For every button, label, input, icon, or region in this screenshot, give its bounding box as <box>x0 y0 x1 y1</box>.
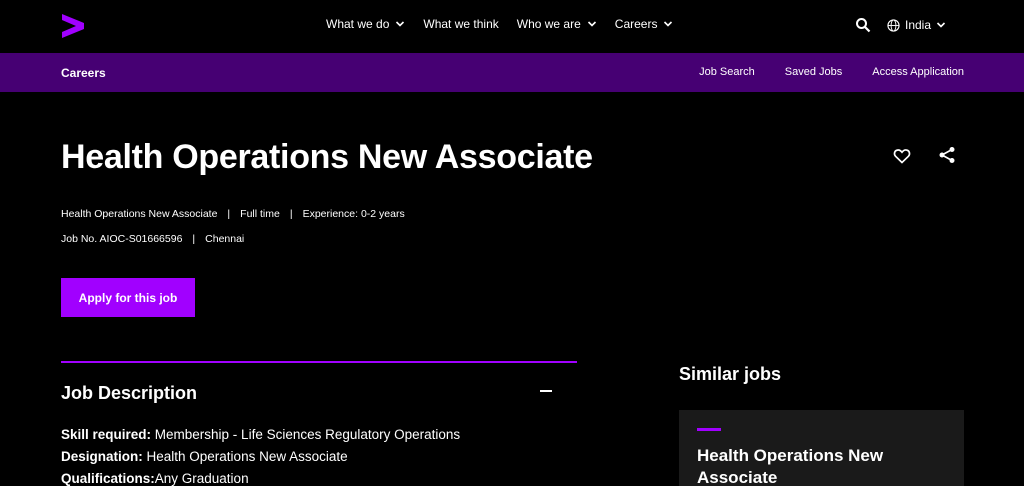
accenture-logo-icon[interactable] <box>60 14 86 38</box>
job-meta-row-1: Health Operations New Associate | Full tim… <box>61 208 405 220</box>
job-description-heading: Job Description <box>61 383 198 403</box>
similar-job-title: Health Operations New Associate <box>697 446 884 486</box>
meta-job-name: Health Operations New Associate <box>61 208 218 220</box>
card-accent-bar <box>697 428 721 431</box>
country-label: India <box>905 18 932 32</box>
nav-item-label: What we think <box>423 17 499 31</box>
country-selector[interactable]: India <box>887 18 946 32</box>
subnav-links: Job Search Saved Jobs Access Application <box>669 66 964 78</box>
meta-experience: Experience: 0-2 years <box>302 208 405 220</box>
chevron-down-icon <box>664 21 673 27</box>
subnav-title[interactable]: Careers <box>61 66 106 80</box>
saved-jobs-link[interactable]: Saved Jobs <box>785 66 842 78</box>
nav-item-what-we-think[interactable]: What we think <box>423 17 498 31</box>
nav-utilities: India <box>855 17 946 33</box>
nav-item-who-we-are[interactable]: Who we are <box>517 17 597 31</box>
similar-jobs-heading: Similar jobs <box>679 364 782 384</box>
designation-label: Designation: <box>61 449 143 464</box>
job-search-link[interactable]: Job Search <box>699 66 755 78</box>
designation-line: Designation: Health Operations New Assoc… <box>61 449 348 464</box>
skill-required-line: Skill required: Membership - Life Scienc… <box>61 427 460 442</box>
similar-job-card[interactable]: Health Operations New Associate <box>679 410 964 486</box>
access-application-link[interactable]: Access Application <box>872 66 964 78</box>
share-icon[interactable] <box>938 146 956 164</box>
job-title: Health Operations New Associate <box>61 138 593 176</box>
qualifications-value: Any Graduation <box>154 471 249 486</box>
meta-location: Chennai <box>205 233 245 245</box>
section-divider <box>61 361 577 363</box>
top-navigation: What we do What we think Who we are Care… <box>0 0 1024 53</box>
nav-item-careers[interactable]: Careers <box>615 17 674 31</box>
globe-icon <box>887 18 900 32</box>
designation-value: Health Operations New Associate <box>142 449 348 464</box>
skill-value: Membership - Life Sciences Regulatory Op… <box>151 427 461 442</box>
nav-item-label: Careers <box>614 17 658 31</box>
collapse-minus-icon[interactable] <box>540 390 552 392</box>
skill-label: Skill required: <box>61 427 152 442</box>
qualifications-label: Qualifications: <box>61 471 155 486</box>
nav-item-label: Who we are <box>516 17 581 31</box>
meta-job-type: Full time <box>240 208 280 220</box>
careers-subnav: Careers Job Search Saved Jobs Access App… <box>0 53 1024 92</box>
chevron-down-icon <box>936 22 946 28</box>
chevron-down-icon <box>587 21 596 27</box>
main-menu: What we do What we think Who we are Care… <box>326 17 691 31</box>
heart-icon[interactable] <box>893 147 911 165</box>
qualifications-line: Qualifications:Any Graduation <box>61 471 249 486</box>
nav-item-what-we-do[interactable]: What we do <box>326 17 405 31</box>
job-meta-row-2: Job No. AIOC-S01666596 | Chennai <box>61 233 245 245</box>
meta-job-number: Job No. AIOC-S01666596 <box>61 233 183 245</box>
chevron-down-icon <box>396 21 405 27</box>
search-icon[interactable] <box>855 17 871 33</box>
apply-button[interactable]: Apply for this job <box>61 278 195 317</box>
nav-item-label: What we do <box>326 17 390 31</box>
